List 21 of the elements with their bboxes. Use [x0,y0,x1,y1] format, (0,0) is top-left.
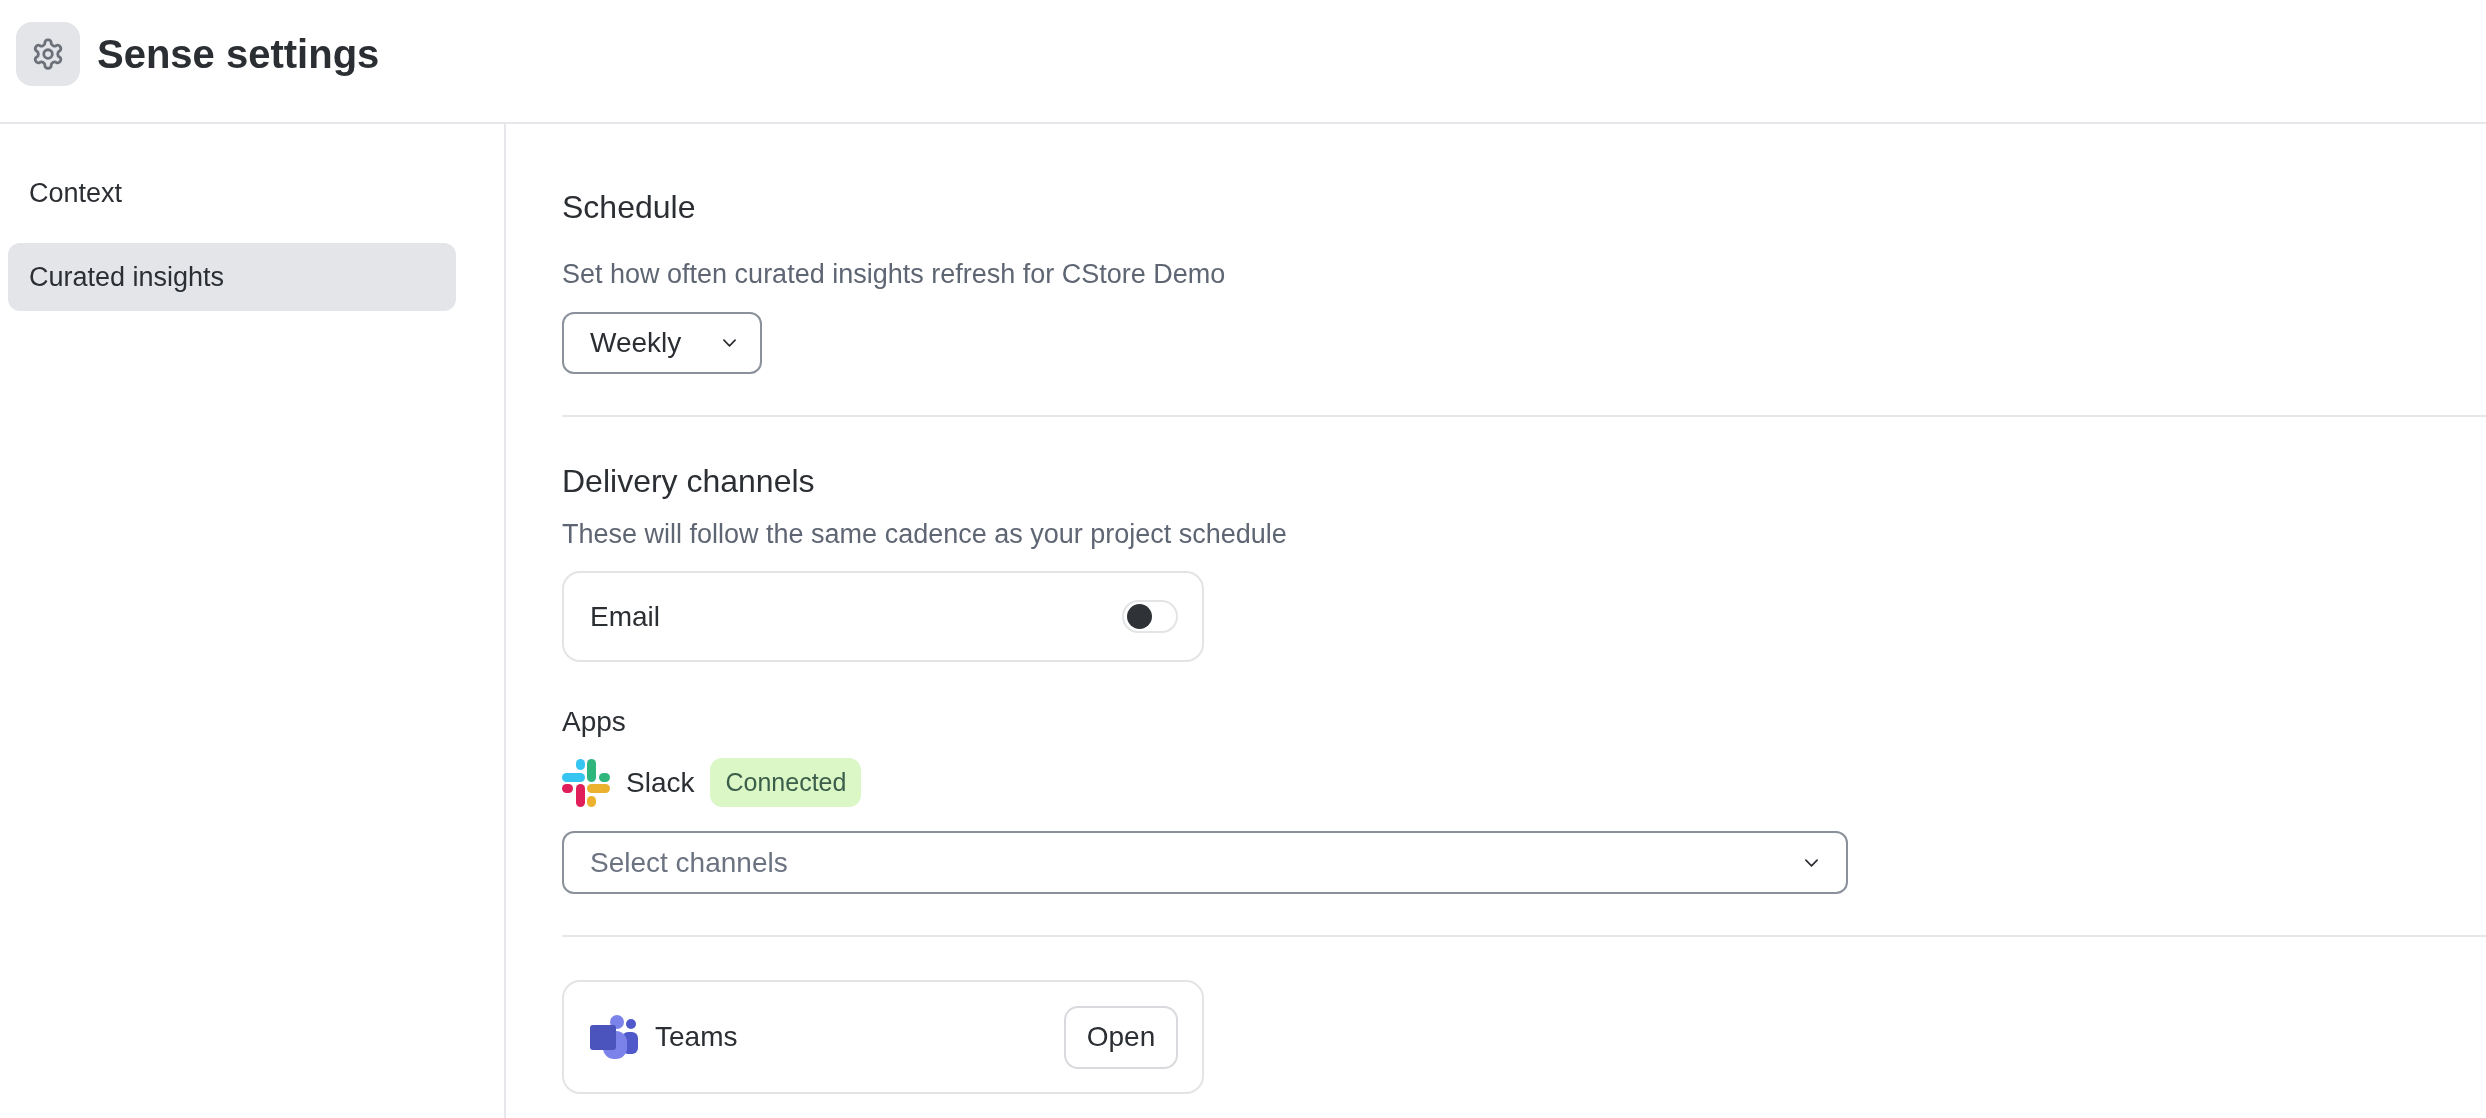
settings-icon [16,22,80,86]
teams-logo-icon [590,1015,638,1059]
slack-logo-icon [562,758,610,807]
channel-label: Email [590,600,660,633]
sidebar-item[interactable]: Context [8,159,456,227]
email-toggle[interactable] [1122,600,1178,633]
section-description: These will follow the same cadence as your project schedule [562,518,1287,551]
channel-select[interactable]: Select channels [562,831,1848,894]
app-name: Teams [655,1021,738,1053]
apps-label: Apps [562,705,626,739]
section-heading: Schedule [562,188,696,227]
sidebar-item[interactable]: Curated insights [8,243,456,311]
status-badge: Connected [710,758,862,807]
chevron-down-icon [723,339,736,347]
frequency-dropdown[interactable]: Weekly [562,312,762,374]
chevron-down-icon [1805,859,1818,867]
open-button[interactable]: Open [1064,1005,1178,1069]
section-heading: Delivery channels [562,462,815,501]
app-name: Slack [626,766,695,799]
section-description: Set how often curated insights refresh for CStore Demo [562,258,1226,291]
page-title: Sense settings [97,31,380,78]
